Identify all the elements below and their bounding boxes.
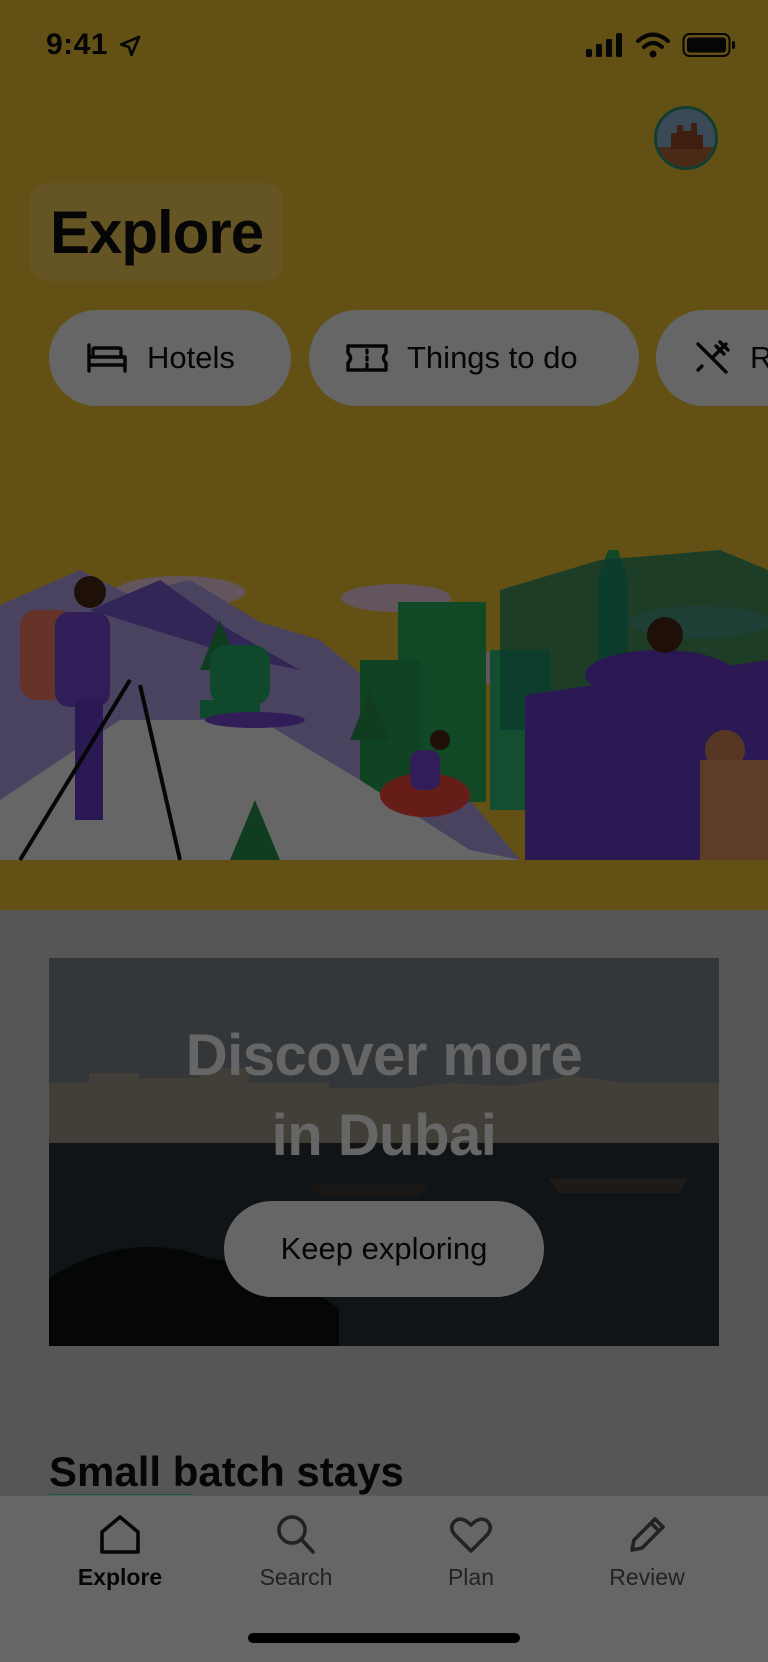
battery-icon: [682, 33, 735, 57]
travel-illustration: [0, 550, 768, 862]
tab-explore[interactable]: Explore: [50, 1512, 190, 1591]
search-icon: [277, 1515, 315, 1554]
category-label: R: [750, 340, 768, 375]
tab-label: Search: [259, 1564, 333, 1590]
ticket-icon: [346, 344, 388, 372]
category-chip-hotels[interactable]: Hotels: [49, 310, 291, 406]
promo-title: Discover more in Dubai: [49, 1016, 719, 1176]
tab-plan[interactable]: Plan: [401, 1512, 541, 1591]
tab-label: Review: [609, 1564, 685, 1590]
keep-exploring-button[interactable]: Keep exploring: [224, 1201, 544, 1297]
location-arrow-icon: [119, 35, 141, 57]
section-title: Small batch stays: [49, 1448, 404, 1495]
status-icons: [586, 32, 736, 58]
signal-icon: [586, 33, 622, 57]
home-icon: [100, 1515, 140, 1554]
page-title: Explore: [30, 183, 284, 281]
tab-review[interactable]: Review: [577, 1512, 717, 1591]
bed-icon: [87, 343, 127, 373]
avatar-image: [657, 109, 715, 167]
category-label: Hotels: [147, 340, 235, 375]
tab-label: Explore: [77, 1564, 163, 1590]
explore-screen: 9:41 Explore Hotels Things to do R Disco…: [0, 0, 768, 1662]
promo-title-line: in Dubai: [271, 1103, 497, 1168]
header-area: 9:41 Explore Hotels Things to do R: [0, 0, 768, 910]
utensils-icon: [696, 340, 730, 374]
category-chip-things-to-do[interactable]: Things to do: [309, 310, 639, 406]
promo-card[interactable]: Discover more in Dubai Keep exploring: [49, 958, 719, 1346]
home-indicator: [248, 1633, 520, 1643]
profile-avatar[interactable]: [654, 106, 718, 170]
heart-icon: [449, 1517, 493, 1553]
status-time: 9:41: [46, 28, 109, 61]
tab-search[interactable]: Search: [226, 1512, 366, 1591]
promo-title-line: Discover more: [185, 1023, 583, 1088]
tab-label: Plan: [447, 1564, 495, 1590]
pencil-icon: [630, 1517, 665, 1552]
wifi-icon: [636, 32, 670, 58]
category-chip-restaurants[interactable]: R: [656, 310, 768, 406]
category-label: Things to do: [407, 340, 578, 375]
